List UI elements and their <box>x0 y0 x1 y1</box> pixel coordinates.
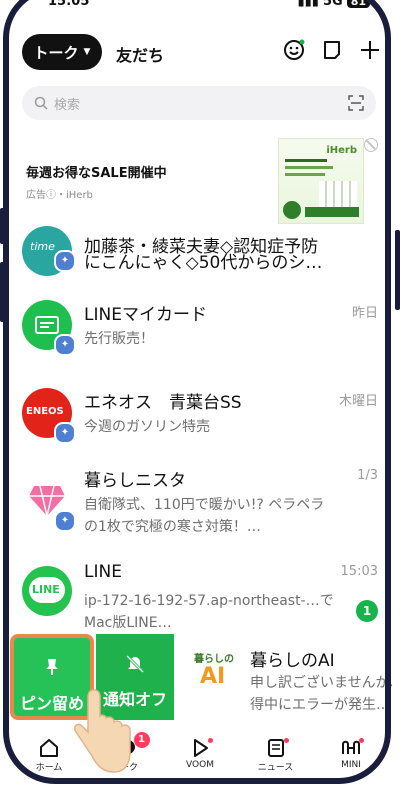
pin-icon: ✦ <box>54 510 76 532</box>
tab-label: VOOM <box>186 760 214 770</box>
signal-icon: ▮▮▮ <box>297 0 319 9</box>
status-time: 15:05 <box>48 0 90 9</box>
qr-scan-icon[interactable] <box>348 95 364 111</box>
ad-title: 毎週お得なSALE開催中 <box>26 166 167 181</box>
side-button <box>395 230 400 310</box>
ad-brand: iHerb <box>326 145 357 156</box>
chat-avatar: 暮らしの AI <box>190 650 240 700</box>
tab-label: ニュース <box>257 763 294 773</box>
avatar-logo: time <box>30 240 55 253</box>
phone-screen: 15:05 ▮▮▮ 5G 81 トーク ▼ 友だち 検索 毎週お得なSALE開催… <box>0 0 400 792</box>
hand-pointer-icon <box>73 689 131 773</box>
search-input[interactable]: 検索 <box>22 86 376 120</box>
status-indicators: ▮▮▮ 5G 81 <box>297 0 370 9</box>
open-chat-icon[interactable] <box>320 38 344 62</box>
chat-time: 1/3 <box>357 468 378 483</box>
chat-time: 昨日 <box>351 306 378 321</box>
ad-sponsor: 広告ⓘ・iHerb <box>26 190 93 201</box>
ad-hide-icon[interactable] <box>364 138 378 152</box>
network-label: 5G <box>322 0 343 9</box>
mini-app-icon <box>340 738 364 758</box>
tab-mini[interactable]: MINI <box>320 738 382 778</box>
news-icon <box>265 738 289 758</box>
chat-time: 木曜日 <box>338 394 378 409</box>
side-button <box>0 208 5 244</box>
new-dot <box>283 738 289 743</box>
pin-icon: ✦ <box>54 334 76 356</box>
chat-message: ip-172-16-192-57.ap-northeast-…でMac版LINE… <box>84 593 334 631</box>
ad-image-text <box>285 173 325 176</box>
ai-logo-mark: AI <box>200 664 226 689</box>
friends-tab[interactable]: 友だち <box>116 42 164 66</box>
chat-list-item[interactable]: LINE LINE ip-172-16-192-57.ap-northeast-… <box>22 556 378 636</box>
ad-image-text <box>285 166 333 169</box>
new-dot <box>359 738 364 743</box>
chat-message: 先行販売！ <box>84 331 154 347</box>
pin-icon: ✦ <box>54 250 76 272</box>
tab-news[interactable]: ニュース <box>245 738 307 778</box>
ad-image[interactable]: iHerb <box>278 138 364 224</box>
avatar-logo: ENEOS <box>26 406 64 417</box>
ad-image-text <box>285 159 327 162</box>
chat-message: 自衛隊式、110円で暖かい!? ペラペラの1枚で究極の寒さ対策！… <box>84 497 325 535</box>
chat-message-line: 申し訳ございませんが、 <box>250 675 392 691</box>
pin-icon: ✦ <box>54 422 76 444</box>
talk-unread-badge: 1 <box>133 732 150 748</box>
tab-home[interactable]: ホーム <box>18 738 80 778</box>
unread-count-badge: 1 <box>356 600 378 622</box>
chat-name: LINE <box>84 562 122 582</box>
search-placeholder: 検索 <box>54 98 81 113</box>
chat-message: 今週のガソリン特売 <box>84 419 210 435</box>
ad-banner[interactable]: 毎週お得なSALE開催中 広告ⓘ・iHerb iHerb <box>22 134 378 224</box>
header-actions <box>282 38 382 62</box>
chat-time: 15:03 <box>340 564 378 579</box>
caret-down-icon: ▼ <box>83 47 91 57</box>
talk-dropdown-label: トーク <box>33 43 79 62</box>
ad-badge <box>283 201 301 219</box>
status-bar: 15:05 ▮▮▮ 5G 81 <box>40 0 370 20</box>
chat-name: 暮らしのAI <box>250 651 335 671</box>
play-icon <box>189 738 213 758</box>
chat-avatar: LINE <box>22 566 72 616</box>
chat-list-item[interactable]: ✦ 暮らしニスタ 自衛隊式、110円で暖かい!? ペラペラの1枚で究極の寒さ対策… <box>22 460 378 550</box>
bell-off-icon <box>125 654 145 674</box>
chat-list-item[interactable]: ENEOS ✦ エネオス 青葉台SS 今週のガソリン特売 木曜日 <box>22 382 378 462</box>
add-chat-icon[interactable] <box>358 38 382 62</box>
talk-dropdown[interactable]: トーク ▼ <box>22 34 102 70</box>
chat-name: エネオス 青葉台SS <box>84 393 242 413</box>
chat-message: 申し訳ございませんが、 得中にエラーが発生… <box>250 672 392 716</box>
ai-logo-text: 暮らしの <box>194 654 234 665</box>
chat-list-item[interactable]: time ✦ 加藤茶・綾菜夫妻◇認知症予防 にこんにゃく◇50代からのシ… <box>22 222 378 286</box>
ad-product-bottles <box>319 181 357 207</box>
battery-level: 81 <box>346 0 370 8</box>
card-icon <box>35 316 59 334</box>
home-icon <box>38 738 60 758</box>
tab-label: MINI <box>341 760 361 770</box>
chat-message: にこんにゃく◇50代からのシ… <box>84 253 323 273</box>
avatar-logo: LINE <box>32 583 60 596</box>
tab-label: ホーム <box>35 763 63 773</box>
chat-message-line: 得中にエラーが発生… <box>250 697 390 713</box>
pin-icon <box>46 659 58 675</box>
search-icon <box>34 96 48 110</box>
side-button <box>0 262 5 322</box>
app-header: トーク ▼ 友だち <box>22 34 382 72</box>
chat-name: LINEマイカード <box>84 305 207 325</box>
tab-voom[interactable]: VOOM <box>169 738 231 778</box>
ad-coupon-bar <box>305 207 359 217</box>
new-dot <box>208 738 213 743</box>
chat-list-item[interactable]: ✦ LINEマイカード 先行販売！ 昨日 <box>22 294 378 374</box>
chat-name: 暮らしニスタ <box>84 471 186 491</box>
swiped-chat-row: ピン留め 通知オフ 暮らしの AI 暮らしのAI 申し訳ございませんが、 得中に… <box>6 634 392 720</box>
emoji-smile-icon[interactable] <box>282 38 306 62</box>
